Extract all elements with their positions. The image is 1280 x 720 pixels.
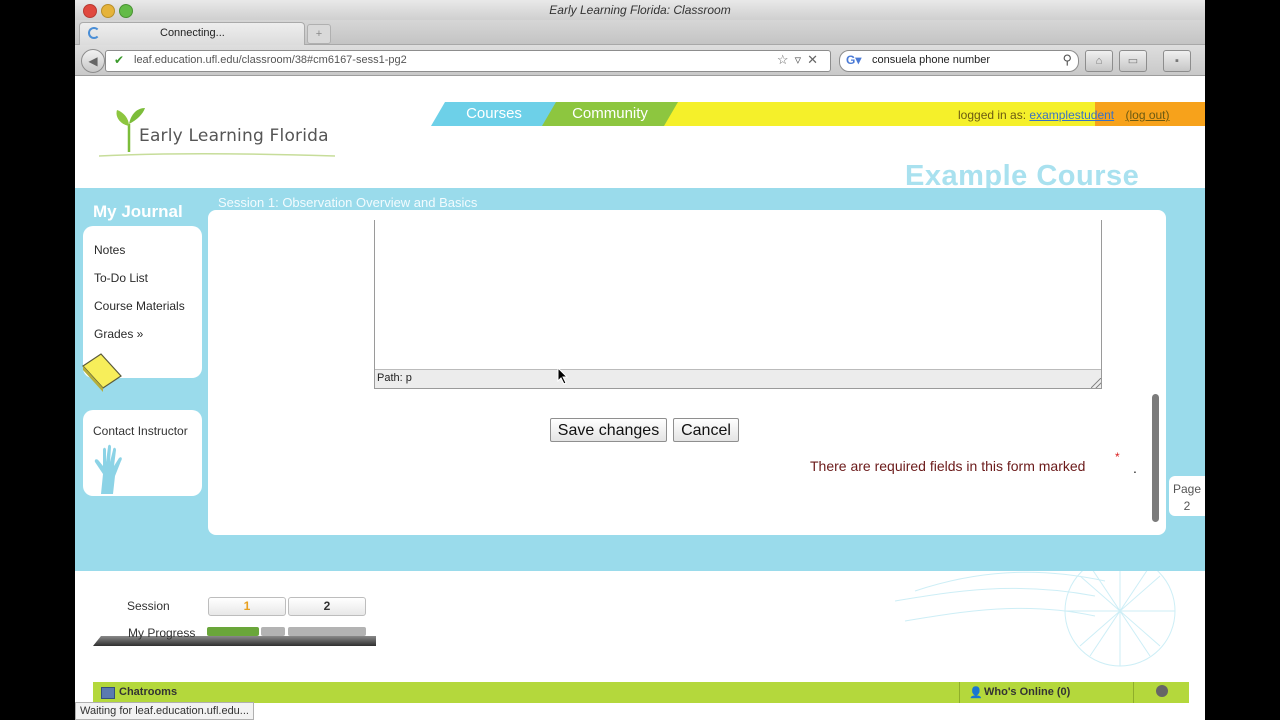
required-period: . <box>1133 460 1137 476</box>
chatrooms-button[interactable]: Chatrooms <box>119 686 177 698</box>
search-engine-icon[interactable]: G▾ <box>846 53 861 67</box>
contact-instructor-label: Contact Instructor <box>93 424 188 438</box>
journal-item-notes[interactable]: Notes <box>94 243 125 257</box>
session-2-button[interactable]: 2 <box>288 597 366 616</box>
progress-segment <box>261 627 285 636</box>
journal-item-todo[interactable]: To-Do List <box>94 271 148 285</box>
home-icon: ⌂ <box>1095 55 1103 67</box>
progress-segment-complete <box>207 627 259 636</box>
extension-icon: ▪ <box>1175 55 1179 67</box>
site-logo-text: Early Learning Florida <box>139 126 329 146</box>
navigation-bar: ◀ ✔ leaf.education.ufl.edu/classroom/38#… <box>75 45 1205 76</box>
save-changes-button[interactable]: Save changes <box>550 418 667 442</box>
url-actions: ☆▿✕ <box>777 52 824 68</box>
hand-icon <box>94 444 122 494</box>
editor-path-label: Path: p <box>377 372 412 384</box>
page-number: 2 <box>1183 499 1191 513</box>
rich-text-editor[interactable]: Path: p <box>374 220 1102 389</box>
progress-segment <box>288 627 366 636</box>
logout-link[interactable]: (log out) <box>1125 108 1169 122</box>
notepad-icon <box>82 353 122 392</box>
status-bar: Waiting for leaf.education.ufl.edu... <box>75 700 1205 720</box>
web-page: Early Learning Florida Courses Community… <box>75 76 1205 720</box>
username-link[interactable]: examplestudent <box>1029 108 1114 122</box>
window-title: Early Learning Florida: Classroom <box>549 3 731 17</box>
content-panel: Path: p Save changes Cancel There are re… <box>208 210 1166 535</box>
required-fields-message: There are required fields in this form m… <box>810 458 1086 474</box>
title-bar: Early Learning Florida: Classroom <box>75 0 1205 21</box>
loading-spinner-icon <box>88 27 100 39</box>
cancel-button[interactable]: Cancel <box>673 418 739 442</box>
network-decoration <box>895 571 1176 667</box>
editor-resize-handle[interactable] <box>1091 378 1101 388</box>
back-button[interactable]: ◀ <box>81 49 105 73</box>
login-prefix: logged in as: <box>958 108 1027 122</box>
journal-title: My Journal <box>93 202 183 221</box>
status-text: Waiting for leaf.education.ufl.edu... <box>75 702 254 720</box>
bookmark-star-icon[interactable]: ☆ <box>777 52 795 67</box>
site-identity-icon: ✔ <box>114 53 125 67</box>
chatrooms-icon <box>101 687 115 699</box>
tab-title: Connecting... <box>160 27 225 39</box>
back-arrow-icon: ◀ <box>88 54 98 68</box>
editor-path-bar: Path: p <box>375 369 1101 388</box>
required-star: * <box>1115 450 1120 464</box>
contact-instructor-box[interactable]: Contact Instructor <box>83 410 202 496</box>
search-box[interactable]: G▾ consuela phone number ⚲ <box>839 50 1079 72</box>
bookmarks-button[interactable]: ▭ <box>1119 50 1147 72</box>
new-tab-button[interactable]: + <box>307 24 331 44</box>
session-label: Session <box>127 599 170 613</box>
tab-bar: Connecting... + <box>75 20 1205 45</box>
session-title: Session 1: Observation Overview and Basi… <box>218 195 478 210</box>
stop-loading-icon[interactable]: ✕ <box>807 52 824 67</box>
bookmarks-icon: ▭ <box>1127 55 1139 67</box>
scrollbar-thumb[interactable] <box>1152 394 1159 522</box>
logo-underline <box>99 153 335 157</box>
progress-label: My Progress <box>128 626 196 640</box>
search-icon[interactable]: ⚲ <box>1062 52 1072 68</box>
url-text: leaf.education.ufl.edu/classroom/38#cm61… <box>134 54 407 66</box>
home-button[interactable]: ⌂ <box>1085 50 1113 72</box>
session-1-button[interactable]: 1 <box>208 597 286 616</box>
user-icon: 👤 <box>969 687 983 699</box>
journal-item-grades[interactable]: Grades » <box>94 327 143 341</box>
journal-item-materials[interactable]: Course Materials <box>94 299 185 313</box>
nav-community-tab[interactable]: Community <box>542 102 678 126</box>
nav-courses-tab[interactable]: Courses <box>431 102 557 126</box>
address-bar[interactable]: ✔ leaf.education.ufl.edu/classroom/38#cm… <box>105 50 831 72</box>
settings-gear-icon[interactable] <box>1156 685 1168 697</box>
browser-tab[interactable]: Connecting... <box>79 22 305 45</box>
page-label: Page <box>1172 482 1202 496</box>
extension-button[interactable]: ▪ <box>1163 50 1191 72</box>
search-query: consuela phone number <box>872 54 991 66</box>
page-indicator: Page 2 <box>1169 476 1205 516</box>
browser-window: Early Learning Florida: Classroom Connec… <box>75 0 1205 720</box>
history-dropdown-icon[interactable]: ▿ <box>795 52 808 67</box>
login-status: logged in as: examplestudent (log out) <box>958 108 1170 122</box>
whos-online-button[interactable]: Who's Online (0) <box>984 686 1070 698</box>
mouse-cursor-icon <box>557 367 569 385</box>
